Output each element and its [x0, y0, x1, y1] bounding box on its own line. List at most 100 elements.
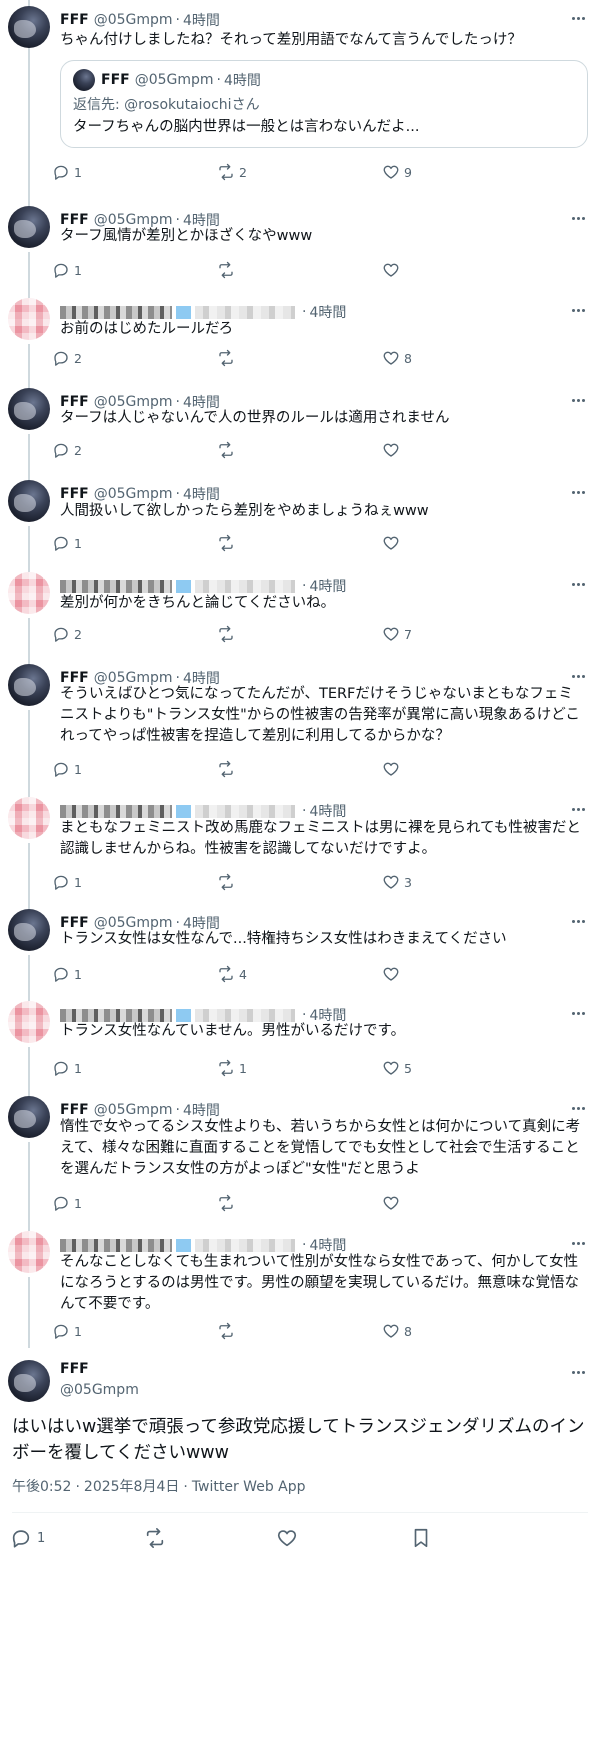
avatar[interactable] — [8, 480, 50, 522]
main-author-handle[interactable]: @05Gmpm — [60, 1382, 139, 1398]
more-button[interactable] — [568, 300, 588, 320]
retweet-button[interactable] — [217, 531, 239, 555]
reply-button[interactable]: 1 — [52, 531, 82, 555]
reply-button[interactable]: 1 — [52, 757, 82, 781]
avatar[interactable] — [8, 206, 50, 248]
reply-button[interactable]: 1 — [52, 258, 82, 282]
reply-button[interactable]: 2 — [52, 346, 82, 370]
reply-button[interactable]: 2 — [52, 438, 82, 462]
author-handle[interactable]: @05Gmpm — [94, 1102, 173, 1118]
main-reply-button[interactable]: 1 — [10, 1524, 45, 1552]
quoted-tweet[interactable]: FFF @05Gmpm · 4時間 返信先: @rosokutaiochiさん ターフちゃ… — [60, 60, 588, 148]
reply-button[interactable]: 1 — [52, 160, 82, 184]
more-button[interactable] — [568, 8, 588, 28]
retweet-button[interactable] — [217, 1191, 239, 1215]
more-button[interactable] — [568, 911, 588, 931]
retweet-button[interactable] — [217, 1319, 239, 1343]
like-button[interactable] — [382, 757, 404, 781]
like-count: 8 — [404, 1323, 412, 1339]
main-bookmark-button[interactable] — [410, 1524, 432, 1552]
avatar[interactable] — [8, 797, 50, 839]
author-handle[interactable]: @05Gmpm — [94, 12, 173, 28]
more-button[interactable] — [568, 1233, 588, 1253]
like-button[interactable] — [382, 438, 404, 462]
main-tweet-time[interactable]: 午後0:52 — [12, 1479, 71, 1495]
avatar[interactable] — [8, 1096, 50, 1138]
like-button[interactable] — [382, 1191, 404, 1215]
retweet-count: 4 — [239, 966, 247, 982]
more-button[interactable] — [568, 574, 588, 594]
author-name[interactable]: FFF — [60, 12, 89, 28]
more-button[interactable] — [568, 1003, 588, 1023]
more-button[interactable] — [568, 390, 588, 410]
more-button[interactable] — [568, 1098, 588, 1118]
reply-tweet[interactable]: · 4時間 差別が何かをきちんと論じてくださいね。 2 7 — [0, 566, 600, 658]
reply-tweet[interactable]: · 4時間 そんなことしなくても生まれついて性別が女性なら女性であって、何かして女性… — [0, 1225, 600, 1348]
like-count: 8 — [404, 350, 412, 366]
author-name[interactable]: FFF — [60, 1102, 89, 1118]
more-button[interactable] — [568, 482, 588, 502]
main-avatar[interactable] — [8, 1360, 50, 1402]
reply-tweet[interactable]: FFF @05Gmpm · 4時間 ターフ風情が差別とかほざくなやwww 1 — [0, 200, 600, 292]
avatar[interactable] — [8, 6, 50, 48]
main-tweet-date[interactable]: 2025年8月4日 — [84, 1479, 179, 1495]
retweet-button[interactable]: 2 — [217, 160, 247, 184]
more-button[interactable] — [568, 799, 588, 819]
avatar[interactable] — [8, 909, 50, 951]
retweet-button[interactable] — [217, 258, 239, 282]
author-name[interactable]: FFF — [60, 486, 89, 502]
avatar[interactable] — [8, 298, 50, 340]
retweet-button[interactable] — [217, 757, 239, 781]
retweet-button[interactable] — [217, 622, 239, 646]
heart-icon — [383, 1196, 399, 1210]
reply-button[interactable]: 1 — [52, 1319, 82, 1343]
reply-tweet[interactable]: FFF @05Gmpm · 4時間 トランス女性は女性なんで...特権持ちシス女性はわき… — [0, 903, 600, 995]
main-more-button[interactable] — [568, 1362, 588, 1382]
like-button[interactable]: 7 — [382, 622, 412, 646]
more-button[interactable] — [568, 208, 588, 228]
retweet-button[interactable]: 1 — [217, 1056, 247, 1080]
redacted-name — [60, 1238, 172, 1252]
reply-tweet[interactable]: FFF @05Gmpm · 4時間 ターフは人じゃないんで人の世界のルールは適用されませ… — [0, 382, 600, 474]
more-button[interactable] — [568, 666, 588, 686]
reply-button[interactable]: 2 — [52, 622, 82, 646]
reply-button[interactable]: 1 — [52, 1056, 82, 1080]
tweet-time[interactable]: 4時間 — [183, 10, 220, 30]
reply-tweet[interactable]: · 4時間 お前のはじめたルールだろ 2 8 — [0, 292, 600, 382]
reply-tweet[interactable]: · 4時間 トランス女性なんていません。男性がいるだけです。 1 1 5 — [0, 995, 600, 1090]
reply-button[interactable]: 1 — [52, 962, 82, 986]
reply-tweet[interactable]: · 4時間 まともなフェミニスト改め馬鹿なフェミニストは男に裸を見られても性被害だと… — [0, 791, 600, 903]
main-tweet-source[interactable]: Twitter Web App — [192, 1479, 306, 1495]
retweet-button[interactable] — [217, 870, 239, 894]
reply-button[interactable]: 1 — [52, 1191, 82, 1215]
like-button[interactable] — [382, 962, 404, 986]
like-button[interactable]: 8 — [382, 346, 412, 370]
retweet-button[interactable] — [217, 346, 239, 370]
like-button[interactable]: 3 — [382, 870, 412, 894]
like-button[interactable]: 5 — [382, 1056, 412, 1080]
avatar[interactable] — [8, 664, 50, 706]
like-button[interactable]: 9 — [382, 160, 412, 184]
like-button[interactable]: 8 — [382, 1319, 412, 1343]
reply-tweet[interactable]: FFF @05Gmpm · 4時間 人間扱いして欲しかったら差別をやめましょうねぇwww… — [0, 474, 600, 566]
retweet-button[interactable] — [217, 438, 239, 462]
reply-button[interactable]: 1 — [52, 870, 82, 894]
avatar[interactable] — [8, 388, 50, 430]
reply-tweet[interactable]: FFF @05Gmpm · 4時間 ちゃん付けしましたね？それって差別用語でなんて言うん… — [0, 0, 600, 200]
reply-count: 2 — [74, 626, 82, 642]
main-like-button[interactable] — [276, 1524, 298, 1552]
main-retweet-button[interactable] — [144, 1524, 166, 1552]
retweet-button[interactable]: 4 — [217, 962, 247, 986]
reply-tweet[interactable]: FFF @05Gmpm · 4時間 惰性で女やってるシス女性よりも、若いうちから女性とは… — [0, 1090, 600, 1225]
avatar[interactable] — [8, 1001, 50, 1043]
reply-tweet[interactable]: FFF @05Gmpm · 4時間 そういえばひとつ気になってたんだが、TERFだけそう… — [0, 658, 600, 791]
like-button[interactable] — [382, 531, 404, 555]
heart-icon — [383, 536, 399, 550]
heart-icon — [383, 1324, 399, 1338]
avatar[interactable] — [8, 1231, 50, 1273]
avatar[interactable] — [8, 572, 50, 614]
author-handle[interactable]: @05Gmpm — [94, 486, 173, 502]
main-author-name[interactable]: FFF — [60, 1361, 89, 1377]
like-button[interactable] — [382, 258, 404, 282]
retweet-icon — [219, 625, 233, 643]
